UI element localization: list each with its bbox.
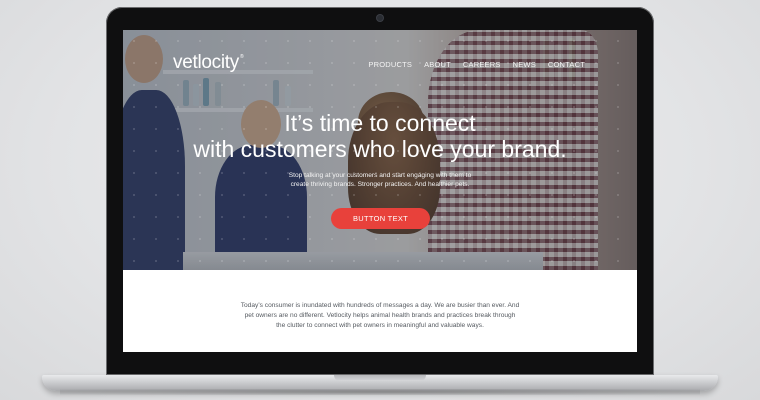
main-nav: PRODUCTS ABOUT CAREERS NEWS CONTACT (368, 60, 585, 69)
cta-button[interactable]: BUTTON TEXT (331, 208, 430, 229)
logo[interactable]: vetlocity® (173, 52, 244, 74)
nav-contact[interactable]: CONTACT (548, 60, 585, 69)
hero-headline-line1: It’s time to connect (284, 110, 476, 136)
hero-headline-line2: with customers who love your brand. (193, 136, 567, 162)
laptop-notch (334, 375, 426, 381)
nav-careers[interactable]: CAREERS (463, 60, 501, 69)
logo-registered-mark: ® (239, 54, 244, 60)
intro-paragraph-line1: Today’s consumer is inundated with hundr… (240, 302, 520, 309)
hero-subtext-line2: create thriving brands. Stronger practic… (290, 181, 470, 188)
intro-paragraph-line3: the clutter to connect with pet owners i… (276, 322, 484, 329)
laptop-screen: vetlocity® PRODUCTS ABOUT CAREERS NEWS C… (123, 30, 637, 352)
nav-news[interactable]: NEWS (513, 60, 536, 69)
logo-text: vetlocity (173, 52, 239, 73)
nav-products[interactable]: PRODUCTS (368, 60, 412, 69)
laptop-shadow (60, 389, 700, 395)
intro-paragraph-line2: pet owners are no different. Vetlocity h… (244, 312, 516, 319)
hero-section: vetlocity® PRODUCTS ABOUT CAREERS NEWS C… (123, 30, 637, 270)
nav-about[interactable]: ABOUT (424, 60, 451, 69)
camera-icon (377, 15, 383, 21)
